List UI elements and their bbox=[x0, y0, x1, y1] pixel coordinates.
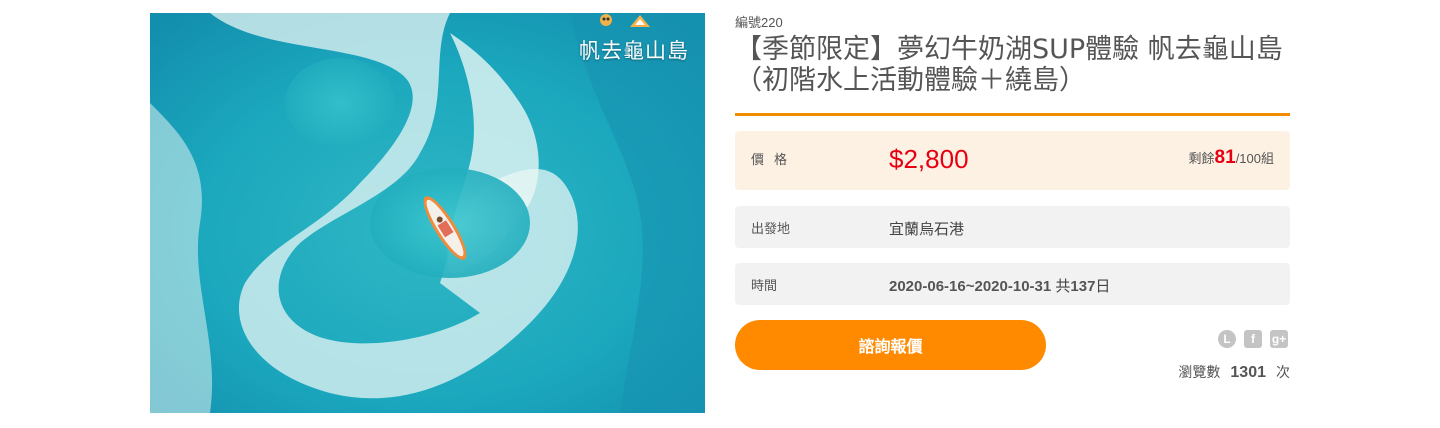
total-prefix: 共 bbox=[1051, 278, 1071, 295]
origin-row: 出發地 宜蘭烏石港 bbox=[735, 206, 1290, 248]
facebook-icon[interactable]: f bbox=[1244, 330, 1262, 348]
inquire-quote-button[interactable]: 諮詢報價 bbox=[735, 320, 1046, 370]
product-info-panel: 編號220 【季節限定】夢幻牛奶湖SUP體驗 帆去龜山島（初階水上活動體驗＋繞島… bbox=[735, 0, 1290, 428]
stock-suffix: /100組 bbox=[1235, 151, 1274, 166]
product-photo: 帆去龜山島 bbox=[150, 13, 705, 413]
views-label: 瀏覽數 bbox=[1178, 364, 1221, 380]
price-label: 價格 bbox=[751, 152, 798, 167]
total-suffix: 日 bbox=[1095, 278, 1111, 295]
view-count: 瀏覽數 1301 次 bbox=[1178, 362, 1290, 382]
share-icons: L f g+ bbox=[1218, 330, 1288, 348]
total-days: 137 bbox=[1070, 278, 1096, 295]
brand-logo-icon bbox=[600, 14, 650, 27]
stock-remaining-count: 81 bbox=[1214, 147, 1236, 168]
product-title: 【季節限定】夢幻牛奶湖SUP體驗 帆去龜山島（初階水上活動體驗＋繞島） bbox=[735, 34, 1283, 96]
product-code: 編號220 bbox=[735, 15, 783, 30]
stock-prefix: 剩餘 bbox=[1188, 151, 1215, 166]
stock-remaining: 剩餘81/100組 bbox=[1189, 147, 1274, 169]
price-row: 價格 $2,800 剩餘81/100組 bbox=[735, 131, 1290, 190]
origin-label: 出發地 bbox=[751, 221, 791, 236]
title-divider bbox=[735, 113, 1290, 116]
time-value: 2020-06-16~2020-10-31 共137日 bbox=[889, 275, 1110, 296]
photo-caption: 帆去龜山島 bbox=[579, 39, 689, 63]
time-label: 時間 bbox=[751, 278, 778, 293]
price-amount: $2,800 bbox=[889, 144, 969, 174]
date-range: 2020-06-16~2020-10-31 bbox=[889, 278, 1052, 295]
origin-value: 宜蘭烏石港 bbox=[889, 221, 965, 238]
views-count: 1301 bbox=[1230, 364, 1266, 381]
google-plus-icon[interactable]: g+ bbox=[1270, 330, 1288, 348]
lake-aerial-illustration bbox=[150, 13, 705, 413]
views-unit: 次 bbox=[1276, 364, 1290, 380]
time-row: 時間 2020-06-16~2020-10-31 共137日 bbox=[735, 263, 1290, 305]
line-icon[interactable]: L bbox=[1218, 330, 1236, 348]
